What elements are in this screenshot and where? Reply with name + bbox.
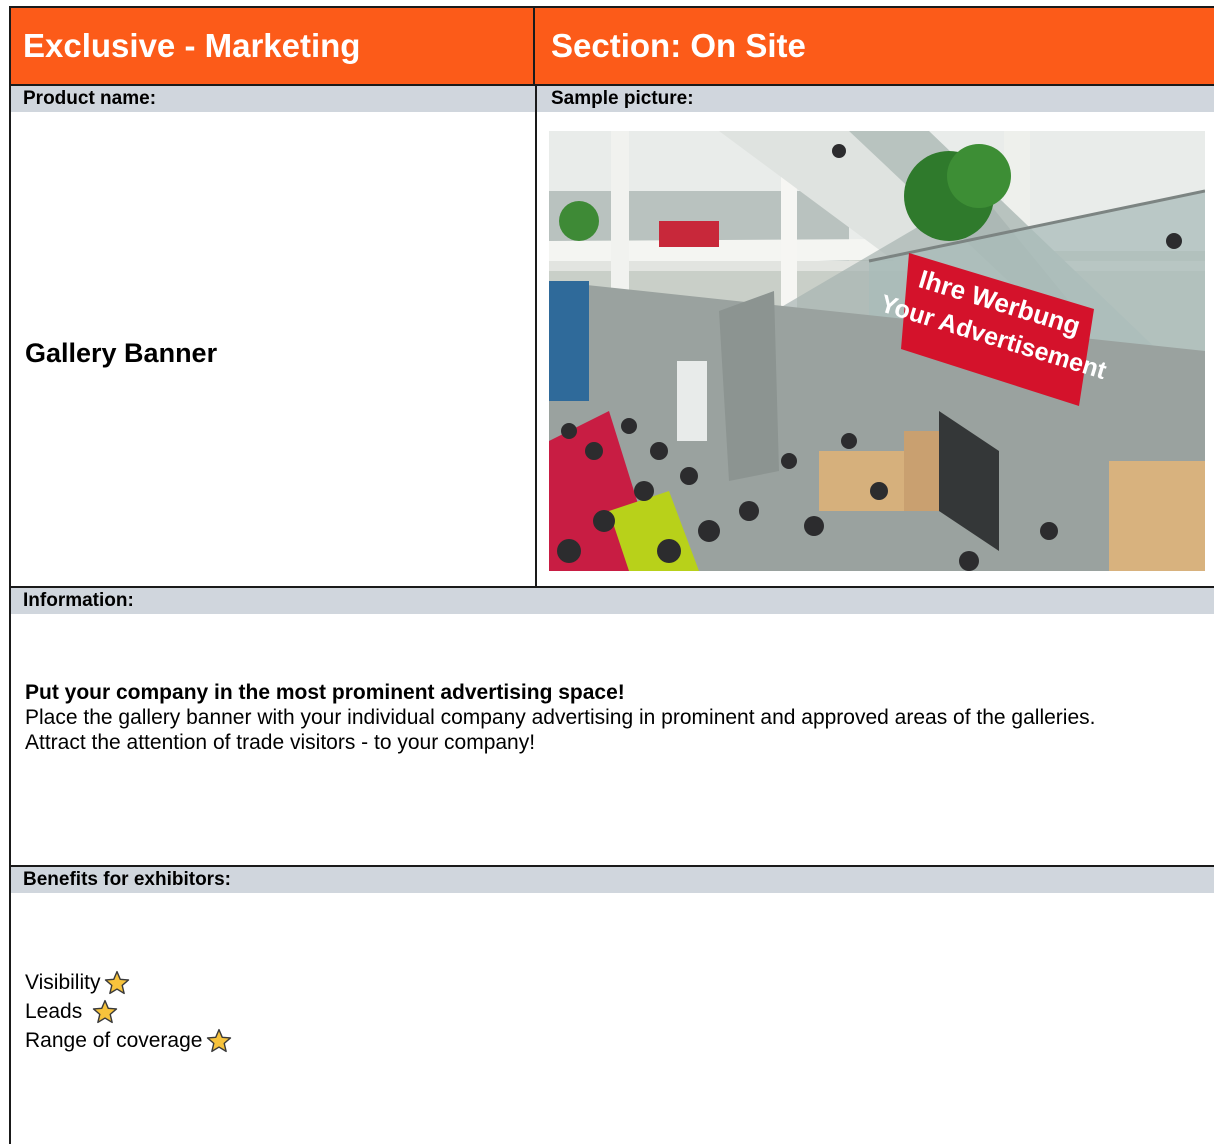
product-sheet: Exclusive - Marketing Section: On Site P… <box>9 6 1214 1144</box>
benefit-label: Visibility <box>25 971 101 994</box>
benefit-item: Visibility <box>25 968 232 997</box>
information-label: Information: <box>11 588 1214 614</box>
benefit-label: Range of coverage <box>25 1029 203 1052</box>
information-line-2: Attract the attention of trade visitors … <box>25 731 536 754</box>
benefits-list: Visibility Leads Range of coverage <box>25 968 232 1055</box>
star-icon <box>105 970 130 994</box>
product-name: Gallery Banner <box>25 338 218 368</box>
header-title-right: Section: On Site <box>535 8 1214 84</box>
column-divider <box>535 84 537 586</box>
benefit-item: Range of coverage <box>25 1026 232 1055</box>
star-icon <box>207 1028 232 1052</box>
benefit-label: Leads <box>25 1000 83 1023</box>
star-icon <box>93 999 118 1023</box>
sample-picture-label: Sample picture: <box>537 86 1214 112</box>
benefits-label: Benefits for exhibitors: <box>11 867 1214 893</box>
header-title-left: Exclusive - Marketing <box>11 8 535 84</box>
benefit-item: Leads <box>25 997 232 1026</box>
product-name-label: Product name: <box>11 86 535 112</box>
information-text: Put your company in the most prominent a… <box>25 680 1205 755</box>
information-headline: Put your company in the most prominent a… <box>25 681 625 704</box>
information-line-1: Place the gallery banner with your indiv… <box>25 706 1096 729</box>
sample-picture: Ihre Werbung Your Advertisement <box>549 131 1205 571</box>
